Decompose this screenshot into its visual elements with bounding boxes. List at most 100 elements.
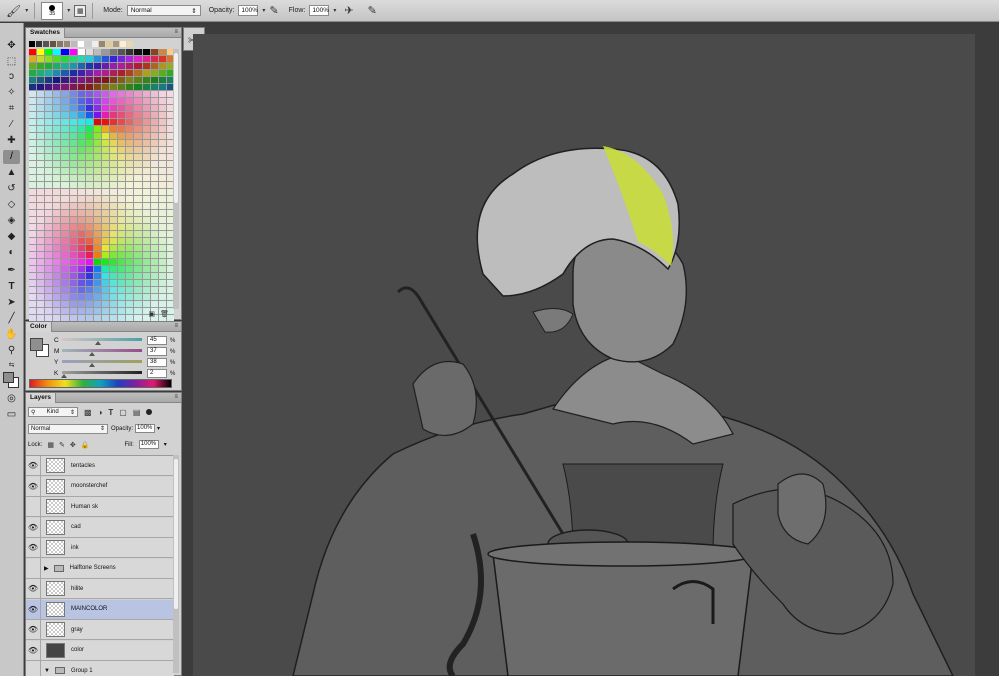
swatch-cell[interactable] — [93, 112, 101, 118]
swatch-cell[interactable] — [150, 154, 158, 160]
eye-icon[interactable]: 👁 — [26, 537, 41, 558]
eraser-icon[interactable]: ◇ — [3, 198, 20, 212]
swatch-cell[interactable] — [85, 189, 93, 195]
filter-kind-select[interactable]: ⚲ Kind ⇕ — [28, 407, 78, 417]
swatch-cell[interactable] — [61, 154, 69, 160]
filter-adjustment-icon[interactable]: ◑ — [98, 408, 103, 417]
swatch-cell[interactable] — [29, 119, 37, 125]
swatch-cell[interactable] — [134, 70, 142, 76]
swatch-cell[interactable] — [77, 98, 85, 104]
swatch-cell[interactable] — [45, 77, 53, 83]
swatch-cell[interactable] — [45, 203, 53, 209]
swatch-cell[interactable] — [69, 175, 77, 181]
swatch-cell[interactable] — [45, 140, 53, 146]
swatch-cell[interactable] — [126, 308, 134, 314]
swatch-cell[interactable] — [29, 105, 37, 111]
swatch-cell[interactable] — [102, 126, 110, 132]
swatch-cell[interactable] — [77, 119, 85, 125]
swatch-cell[interactable] — [102, 49, 110, 55]
swatch-cell[interactable] — [37, 168, 45, 174]
swatch-cell[interactable] — [77, 126, 85, 132]
swatch-cell[interactable] — [126, 259, 134, 265]
swatch-cell[interactable] — [102, 245, 110, 251]
swatch-cell[interactable] — [53, 210, 61, 216]
swatch-cell[interactable] — [102, 98, 110, 104]
swatch-cell[interactable] — [150, 196, 158, 202]
swatch-cell[interactable] — [61, 140, 69, 146]
swatch-cell[interactable] — [142, 273, 150, 279]
swatch-cell[interactable] — [118, 126, 126, 132]
swatch-cell[interactable] — [85, 182, 93, 188]
quick-mask-icon[interactable]: ◎ — [3, 392, 20, 406]
swatch-cell[interactable] — [93, 70, 101, 76]
swatch-cell[interactable] — [158, 175, 166, 181]
scroll-thumb[interactable] — [174, 53, 178, 203]
chevron-right-icon[interactable]: ▶ — [44, 565, 49, 572]
swatch-cell[interactable] — [77, 259, 85, 265]
swatch-cell[interactable] — [158, 140, 166, 146]
flow-input[interactable]: 100% — [309, 5, 330, 16]
chevron-down-icon[interactable]: ▾ — [67, 7, 70, 14]
swatch-cell[interactable] — [45, 245, 53, 251]
swatch-cell[interactable] — [77, 238, 85, 244]
swatch-cell[interactable] — [110, 56, 118, 62]
brush-icon[interactable]: 🖌 — [6, 4, 21, 18]
swatch-cell[interactable] — [85, 245, 93, 251]
layer-row[interactable]: 👁 color — [26, 640, 174, 661]
lasso-icon[interactable]: ↄ — [3, 70, 20, 84]
swatch-cell[interactable] — [69, 154, 77, 160]
swatch-cell[interactable] — [85, 231, 93, 237]
swatch-cell[interactable] — [69, 98, 77, 104]
swatch-cell[interactable] — [158, 196, 166, 202]
swatch-cell[interactable] — [69, 259, 77, 265]
swatch-cell[interactable] — [69, 217, 77, 223]
swatch-cell[interactable] — [53, 266, 61, 272]
swatch-cell[interactable] — [53, 280, 61, 286]
swatch-cell[interactable] — [142, 189, 150, 195]
swatch-cell[interactable] — [77, 154, 85, 160]
swatch-cell[interactable] — [158, 273, 166, 279]
swatch-cell[interactable] — [85, 154, 93, 160]
swatch-cell[interactable] — [110, 308, 118, 314]
swatch-cell[interactable] — [110, 210, 118, 216]
swatch-cell[interactable] — [69, 182, 77, 188]
swatch-cell[interactable] — [150, 203, 158, 209]
swatch-cell[interactable] — [61, 56, 69, 62]
swatch-cell[interactable] — [118, 63, 126, 69]
swatch-cell[interactable] — [118, 203, 126, 209]
swatch-cell[interactable] — [61, 308, 69, 314]
swatch-cell[interactable] — [126, 77, 134, 83]
swatch-cell[interactable] — [85, 280, 93, 286]
swatch-cell[interactable] — [85, 168, 93, 174]
swatch-cell[interactable] — [134, 224, 142, 230]
swatch-cell[interactable] — [53, 245, 61, 251]
swatch-cell[interactable] — [29, 63, 37, 69]
swatch-cell[interactable] — [142, 294, 150, 300]
swatch-cell[interactable] — [69, 119, 77, 125]
swatch-cell[interactable] — [102, 63, 110, 69]
swatch-cell[interactable] — [61, 98, 69, 104]
swatch-cell[interactable] — [102, 119, 110, 125]
swatch-cell[interactable] — [93, 224, 101, 230]
swatch-cell[interactable] — [53, 252, 61, 258]
swatch-cell[interactable] — [93, 147, 101, 153]
swatch-cell[interactable] — [142, 56, 150, 62]
swatch-cell[interactable] — [110, 126, 118, 132]
swatch-cell[interactable] — [158, 91, 166, 97]
swatch-cell[interactable] — [45, 91, 53, 97]
swatch-cell[interactable] — [150, 91, 158, 97]
swatch-cell[interactable] — [110, 182, 118, 188]
swatch-cell[interactable] — [29, 112, 37, 118]
swatch-cell[interactable] — [29, 49, 37, 55]
swatch-cell[interactable] — [61, 70, 69, 76]
swatch-cell[interactable] — [77, 182, 85, 188]
swatch-cell[interactable] — [53, 182, 61, 188]
swatch-cell[interactable] — [118, 84, 126, 90]
swatch-cell[interactable] — [69, 231, 77, 237]
swatch-cell[interactable] — [85, 126, 93, 132]
swatch-cell[interactable] — [85, 301, 93, 307]
swatch-cell[interactable] — [69, 245, 77, 251]
swatch-cell[interactable] — [150, 133, 158, 139]
swatch-cell[interactable] — [150, 252, 158, 258]
swatch-cell[interactable] — [29, 189, 37, 195]
